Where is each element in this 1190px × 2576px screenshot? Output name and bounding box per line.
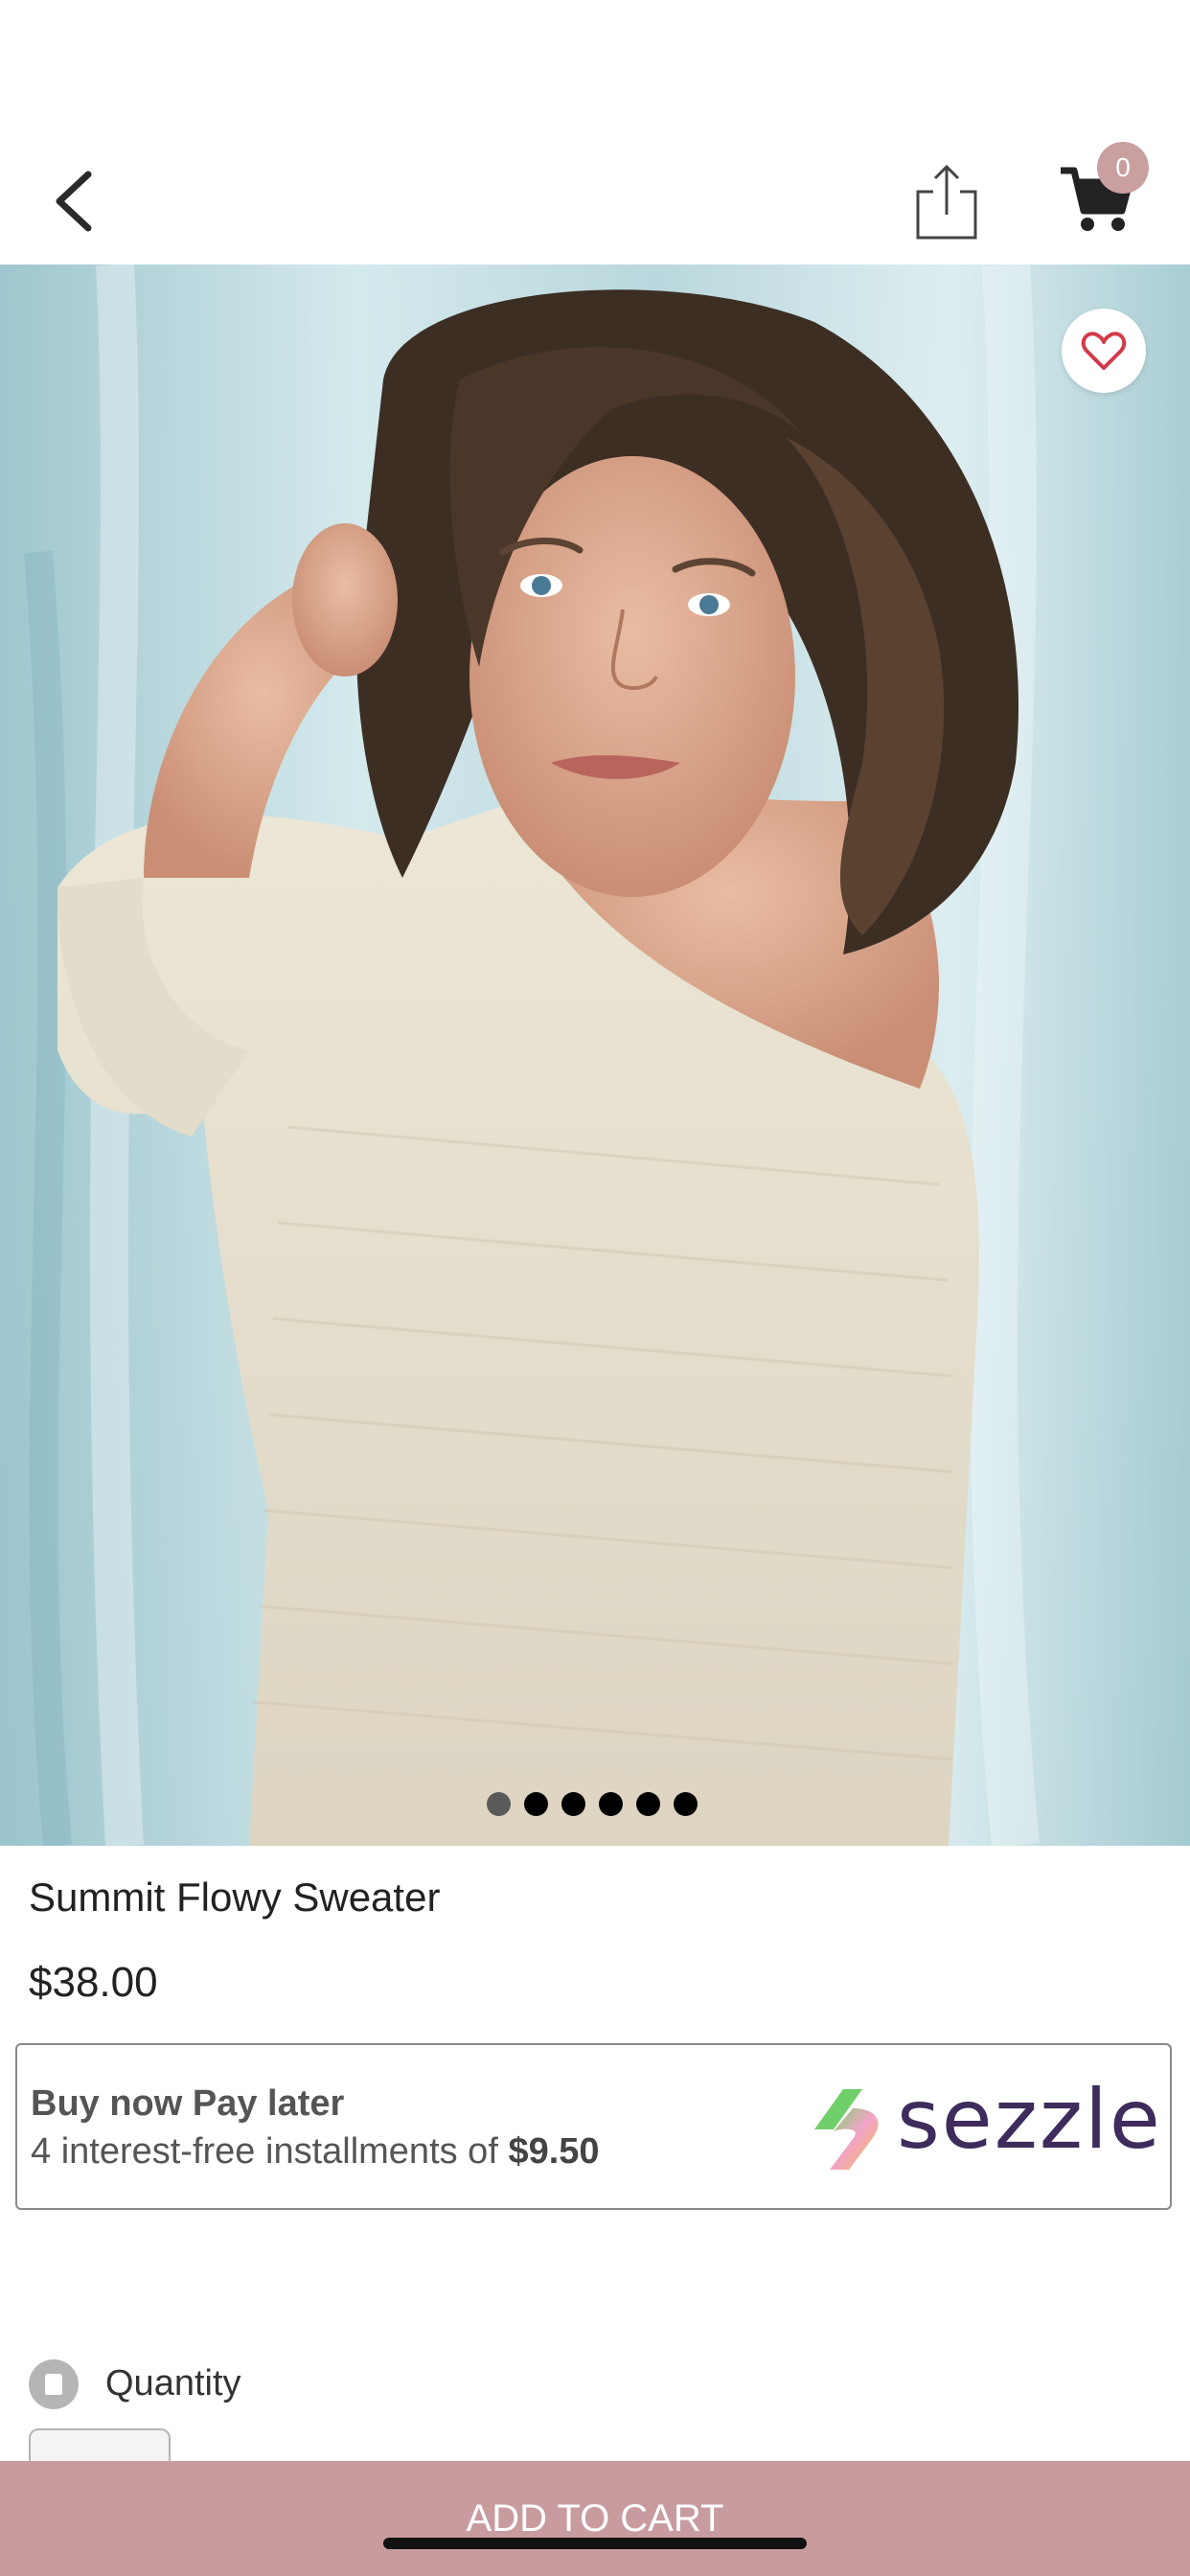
pagination-dot-1[interactable] [487, 1792, 511, 1816]
home-indicator [383, 2538, 807, 2549]
product-price: $38.00 [29, 1959, 158, 2006]
product-title: Summit Flowy Sweater [29, 1874, 441, 1920]
product-photo [0, 264, 1190, 1846]
product-image[interactable] [0, 264, 1190, 1846]
image-pagination-dots [487, 1792, 698, 1819]
sezzle-installments-text: 4 interest-free installments of [31, 2131, 498, 2172]
share-icon [916, 164, 977, 240]
pagination-dot-4[interactable] [599, 1792, 623, 1816]
add-to-cart-button[interactable]: ADD TO CART [0, 2461, 1190, 2576]
share-button[interactable] [912, 161, 981, 243]
cart-count-badge: 0 [1097, 142, 1149, 194]
sezzle-logo-icon [814, 2089, 879, 2170]
quantity-label: Quantity [105, 2363, 241, 2404]
favorite-button[interactable] [1062, 309, 1146, 393]
sezzle-brand: sezzle [897, 2072, 1162, 2168]
pagination-dot-3[interactable] [561, 1792, 585, 1816]
pagination-dot-5[interactable] [636, 1792, 660, 1816]
sezzle-headline: Buy now Pay later [31, 2083, 345, 2124]
back-button[interactable] [48, 163, 105, 240]
chevron-left-icon [56, 171, 92, 232]
sezzle-financing-banner[interactable]: Buy now Pay later 4 interest-free instal… [15, 2043, 1172, 2210]
heart-icon [1081, 332, 1127, 370]
quantity-lock-icon [29, 2359, 79, 2409]
sezzle-installment-amount: $9.50 [508, 2131, 600, 2172]
pagination-dot-6[interactable] [674, 1792, 698, 1816]
pagination-dot-2[interactable] [524, 1792, 548, 1816]
app-header: 0 [0, 0, 1190, 264]
sezzle-installments: 4 interest-free installments of $9.50 [31, 2131, 600, 2173]
